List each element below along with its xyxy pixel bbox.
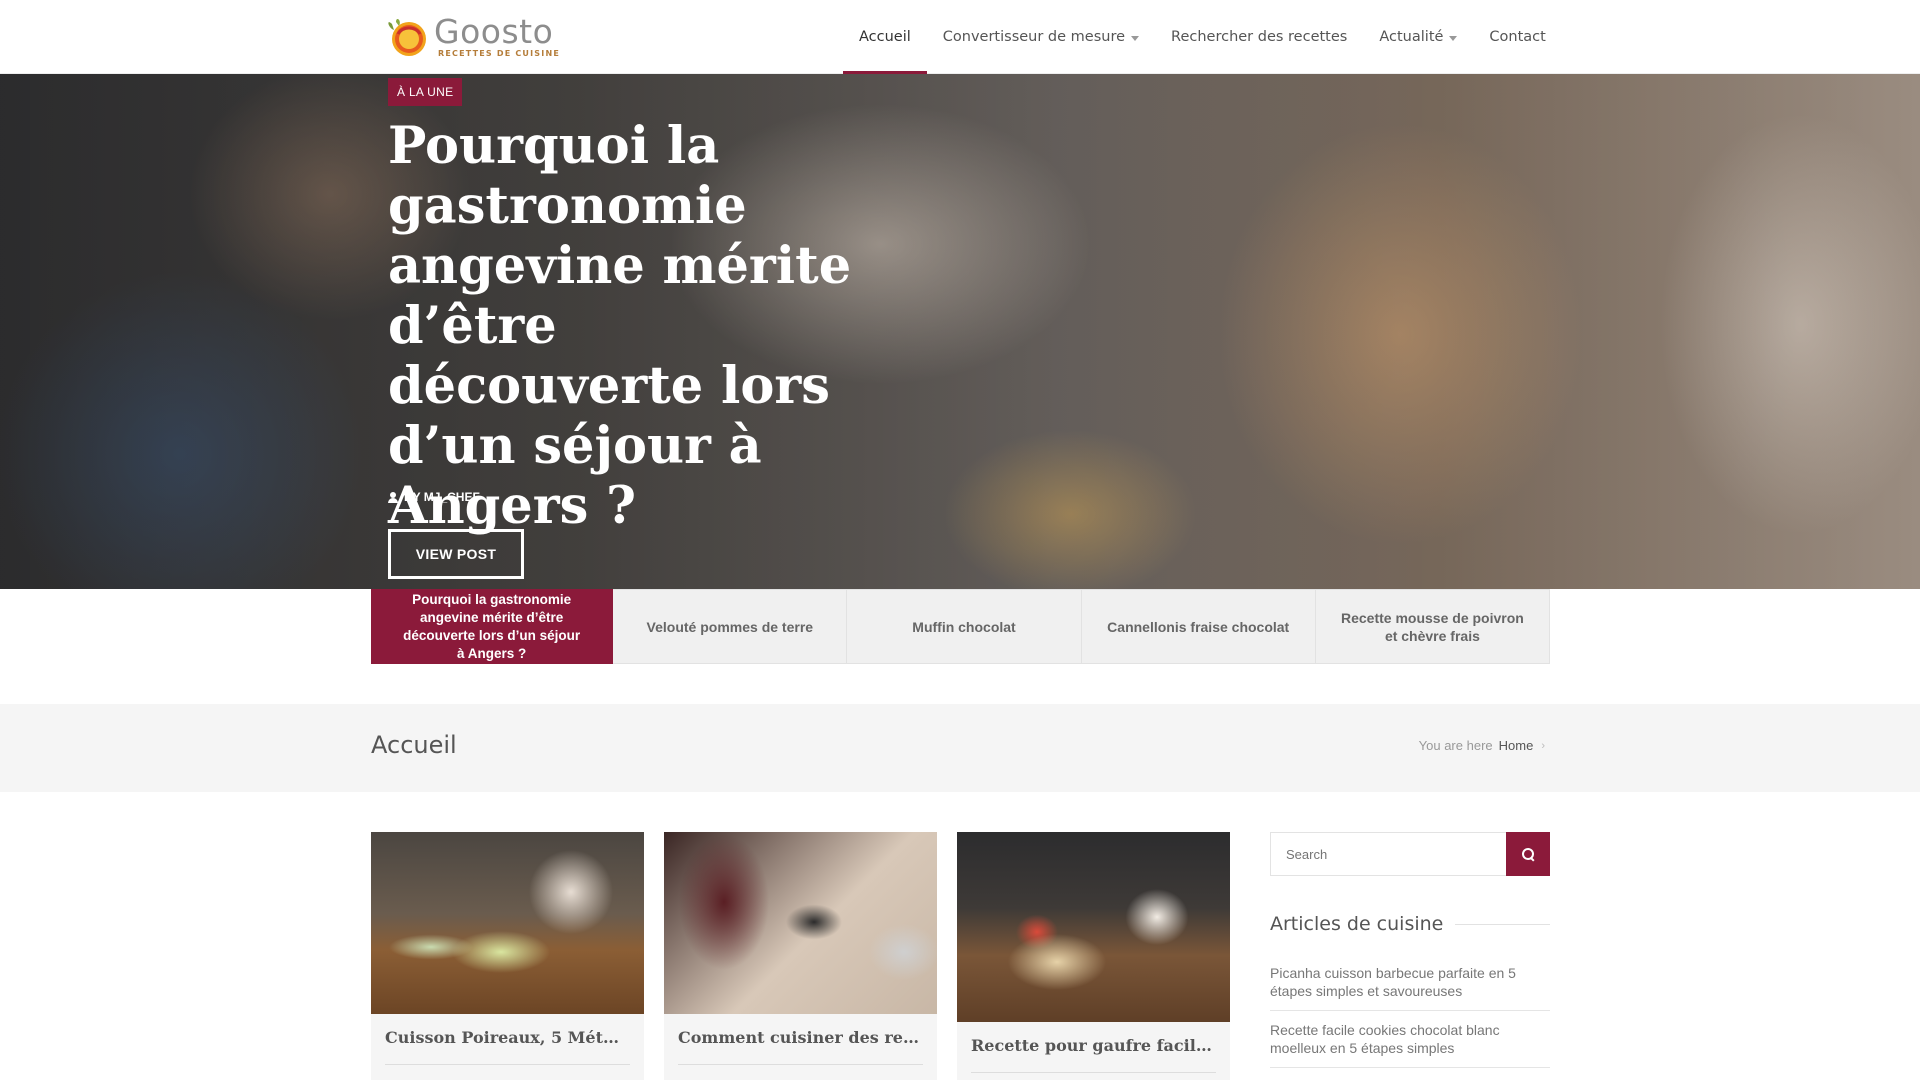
site-header: Goosto RECETTES DE CUISINE Accueil Conve… — [0, 0, 1920, 75]
hero-title[interactable]: Pourquoi la gastronomie angevine mérite … — [388, 116, 888, 536]
list-item[interactable]: Picanha cuisson barbecue parfaite en 5 é… — [1270, 964, 1550, 1011]
post-title[interactable]: Comment cuisiner des repas rapides — [678, 1028, 923, 1047]
article-list: Picanha cuisson barbecue parfaite en 5 é… — [1270, 964, 1550, 1078]
widget-title: Articles de cuisine — [1270, 913, 1550, 935]
site-logo[interactable]: Goosto RECETTES DE CUISINE — [384, 14, 560, 58]
nav-item-label: Accueil — [859, 29, 911, 45]
view-post-button[interactable]: VIEW POST — [388, 529, 524, 579]
divider — [385, 1064, 630, 1065]
post-card[interactable]: Cuisson Poireaux, 5 Méthodes Simples — [371, 832, 644, 1080]
sidebar-search — [1270, 832, 1550, 876]
nav-item-label: Rechercher des recettes — [1171, 29, 1348, 45]
logo-name: Goosto — [434, 11, 554, 51]
post-card[interactable]: Recette pour gaufre facile salée — [957, 832, 1230, 1080]
widget-title-label: Articles de cuisine — [1270, 913, 1444, 935]
post-thumbnail[interactable] — [664, 832, 937, 1014]
breadcrumb-home-link[interactable]: Home — [1499, 738, 1534, 753]
breadcrumb-prefix: You are here — [1418, 738, 1493, 753]
hero-image — [0, 74, 1920, 589]
logo-tagline: RECETTES DE CUISINE — [438, 48, 561, 58]
slider-tab[interactable]: Recette mousse de poivron et chèvre frai… — [1315, 589, 1551, 664]
logo-icon — [384, 14, 430, 58]
slider-tab[interactable]: Muffin chocolat — [847, 589, 1082, 664]
divider — [1455, 923, 1550, 925]
divider — [971, 1072, 1216, 1073]
search-button[interactable] — [1506, 832, 1550, 876]
hero-slider-tabs: Pourquoi la gastronomie angevine mérite … — [371, 589, 1551, 664]
featured-badge: À LA UNE — [388, 78, 463, 106]
post-title[interactable]: Recette pour gaufre facile salée — [971, 1036, 1216, 1055]
nav-item-convertisseur[interactable]: Convertisseur de mesure — [927, 0, 1155, 74]
nav-item-rechercher[interactable]: Rechercher des recettes — [1155, 0, 1363, 74]
nav-item-label: Contact — [1489, 29, 1546, 45]
chevron-right-icon: › — [1541, 739, 1545, 752]
hero-slider: À LA UNE Pourquoi la gastronomie angevin… — [0, 74, 1920, 589]
caret-down-icon — [1449, 35, 1458, 41]
nav-item-contact[interactable]: Contact — [1473, 0, 1561, 74]
nav-item-label: Convertisseur de mesure — [942, 29, 1126, 45]
post-thumbnail[interactable] — [371, 832, 644, 1014]
slider-tab[interactable]: Pourquoi la gastronomie angevine mérite … — [371, 589, 614, 664]
breadcrumb: You are here Home › — [1419, 738, 1545, 753]
page-title-bar: Accueil You are here Home › — [0, 704, 1920, 792]
slider-tab[interactable]: Velouté pommes de terre — [613, 589, 848, 664]
post-thumbnail[interactable] — [957, 832, 1230, 1022]
hero-author[interactable]: BY MJ_CHEF — [388, 490, 480, 504]
post-card[interactable]: Comment cuisiner des repas rapides — [664, 832, 937, 1080]
user-icon — [388, 491, 398, 503]
search-icon — [1522, 848, 1534, 860]
slider-tab[interactable]: Cannellonis fraise chocolat — [1081, 589, 1316, 664]
author-label: BY MJ_CHEF — [404, 490, 480, 504]
nav-item-label: Actualité — [1379, 29, 1444, 45]
search-input[interactable] — [1270, 832, 1506, 876]
list-item[interactable]: Recette facile cookies chocolat blanc mo… — [1270, 1021, 1550, 1068]
nav-item-accueil[interactable]: Accueil — [843, 0, 927, 75]
post-title[interactable]: Cuisson Poireaux, 5 Méthodes Simples — [385, 1028, 630, 1047]
nav-item-actualite[interactable]: Actualité — [1363, 0, 1473, 74]
main-nav: Accueil Convertisseur de mesure Recherch… — [843, 0, 1562, 75]
page-title: Accueil — [371, 731, 457, 759]
caret-down-icon — [1131, 35, 1140, 41]
divider — [678, 1064, 923, 1065]
